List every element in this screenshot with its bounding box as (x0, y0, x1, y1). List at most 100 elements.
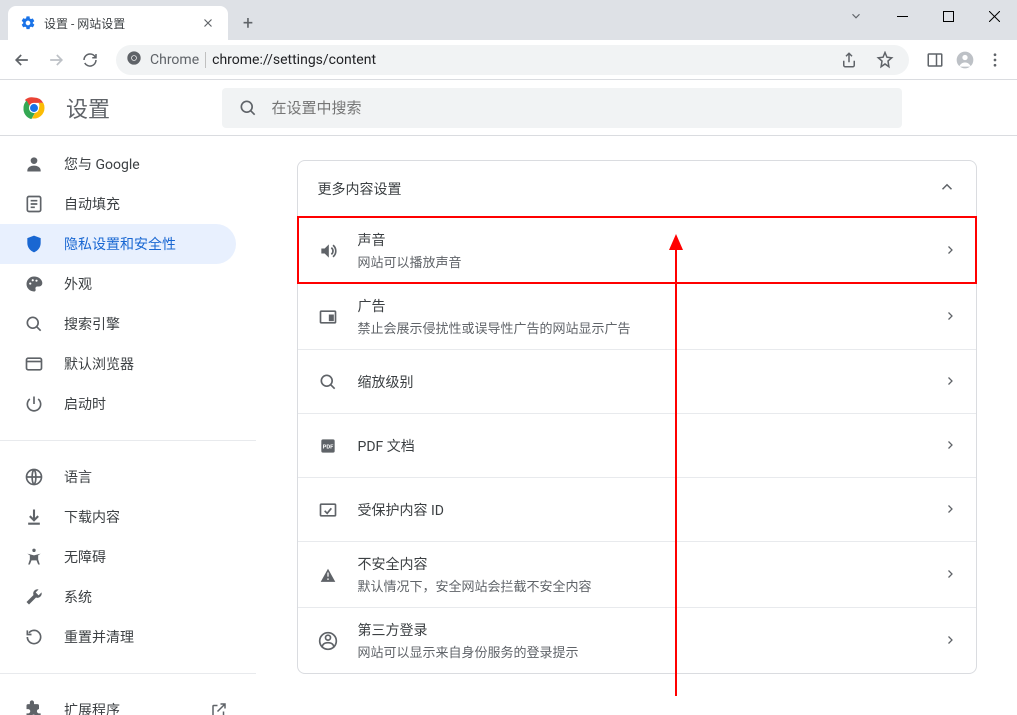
more-content-card: 更多内容设置 声音网站可以播放声音广告禁止会展示侵扰性或误导性广告的网站显示广告… (297, 160, 977, 674)
new-tab-button[interactable]: + (234, 9, 262, 37)
window-close-button[interactable] (971, 1, 1017, 31)
sidebar-item-browser[interactable]: 默认浏览器 (0, 344, 236, 384)
sidebar-item-autofill[interactable]: 自动填充 (0, 184, 236, 224)
settings-header: 设置 (0, 80, 1017, 136)
sidebar-item-label: 外观 (64, 274, 92, 294)
row-subtitle: 禁止会展示侵扰性或误导性广告的网站显示广告 (358, 318, 924, 337)
content-setting-row[interactable]: 广告禁止会展示侵扰性或误导性广告的网站显示广告 (298, 283, 976, 349)
content-setting-row[interactable]: 第三方登录网站可以显示来自身份服务的登录提示 (298, 607, 976, 673)
content-setting-row[interactable]: 受保护内容 ID (298, 477, 976, 541)
sidebar-item-person[interactable]: 您与 Google (0, 144, 236, 184)
row-subtitle: 默认情况下，安全网站会拦截不安全内容 (358, 576, 924, 595)
sidebar-item-label: 系统 (64, 587, 92, 607)
settings-sidebar[interactable]: 您与 Google 自动填充隐私设置和安全性外观搜索引擎默认浏览器启动时 语言下载… (0, 136, 256, 715)
sidebar-item-label: 隐私设置和安全性 (64, 234, 176, 254)
sidebar-item-restore[interactable]: 重置并清理 (0, 617, 236, 657)
sidebar-item-label: 扩展程序 (64, 700, 120, 715)
back-button[interactable] (8, 46, 36, 74)
search-input[interactable] (272, 99, 886, 117)
reload-button[interactable] (76, 46, 104, 74)
row-title: 受保护内容 ID (358, 500, 924, 520)
close-icon[interactable] (200, 15, 216, 31)
warning-icon (318, 565, 338, 585)
power-icon (24, 394, 44, 414)
row-title: 缩放级别 (358, 372, 924, 392)
row-title: 第三方登录 (358, 620, 924, 640)
share-icon[interactable] (835, 46, 863, 74)
sidebar-item-label: 无障碍 (64, 547, 106, 567)
window-titlebar: 设置 - 网站设置 + (0, 0, 1017, 40)
person-icon (24, 154, 44, 174)
search-icon (238, 98, 258, 118)
profile-icon[interactable] (951, 46, 979, 74)
shield-icon (24, 234, 44, 254)
menu-icon[interactable] (981, 46, 1009, 74)
sidebar-item-power[interactable]: 启动时 (0, 384, 236, 424)
sidebar-item-label: 您与 Google (64, 154, 140, 174)
extension-icon (24, 700, 44, 715)
svg-text:PDF: PDF (322, 444, 334, 450)
page-title: 设置 (66, 92, 110, 124)
sidebar-item-label: 启动时 (64, 394, 106, 414)
minimize-button[interactable] (879, 1, 925, 31)
download-icon (24, 507, 44, 527)
open-in-new-icon (210, 701, 228, 715)
content-setting-row[interactable]: PDF PDF 文档 (298, 413, 976, 477)
chevron-right-icon (944, 436, 956, 455)
address-bar[interactable]: Chrome chrome://settings/content (116, 45, 909, 75)
row-subtitle: 网站可以播放声音 (358, 252, 924, 271)
row-title: 声音 (358, 230, 924, 250)
sidebar-item-globe[interactable]: 语言 (0, 457, 236, 497)
globe-icon (24, 467, 44, 487)
forward-button[interactable] (42, 46, 70, 74)
content-setting-row[interactable]: 缩放级别 (298, 349, 976, 413)
row-title: 不安全内容 (358, 554, 924, 574)
zoom-icon (318, 372, 338, 392)
sidebar-item-shield[interactable]: 隐私设置和安全性 (0, 224, 236, 264)
palette-icon (24, 274, 44, 294)
sidebar-item-palette[interactable]: 外观 (0, 264, 236, 304)
chevron-right-icon (944, 631, 956, 650)
sidebar-item-label: 默认浏览器 (64, 354, 134, 374)
search-icon (24, 314, 44, 334)
chevron-down-icon[interactable] (833, 1, 879, 31)
sound-icon (318, 241, 338, 261)
content-setting-row[interactable]: 不安全内容默认情况下，安全网站会拦截不安全内容 (298, 541, 976, 607)
section-title: 更多内容设置 (318, 179, 402, 199)
wrench-icon (24, 587, 44, 607)
row-title: PDF 文档 (358, 436, 924, 456)
side-panel-icon[interactable] (921, 46, 949, 74)
sidebar-item-extension[interactable]: 扩展程序 (0, 690, 236, 715)
settings-main[interactable]: 更多内容设置 声音网站可以播放声音广告禁止会展示侵扰性或误导性广告的网站显示广告… (256, 136, 1017, 715)
maximize-button[interactable] (925, 1, 971, 31)
restore-icon (24, 627, 44, 647)
federated-icon (318, 631, 338, 651)
tab-title: 设置 - 网站设置 (44, 15, 192, 32)
chrome-icon (126, 50, 142, 70)
bookmark-icon[interactable] (871, 46, 899, 74)
chevron-right-icon (944, 372, 956, 391)
sidebar-item-wrench[interactable]: 系统 (0, 577, 236, 617)
pdf-icon: PDF (318, 436, 338, 456)
content-setting-row[interactable]: 声音网站可以播放声音 (298, 217, 976, 283)
browser-icon (24, 354, 44, 374)
accessibility-icon (24, 547, 44, 567)
window-controls (833, 0, 1017, 32)
sidebar-item-label: 重置并清理 (64, 627, 134, 647)
sidebar-item-search[interactable]: 搜索引擎 (0, 304, 236, 344)
chevron-up-icon (938, 178, 956, 200)
chevron-right-icon (944, 307, 956, 326)
autofill-icon (24, 194, 44, 214)
chevron-right-icon (944, 565, 956, 584)
browser-tab[interactable]: 设置 - 网站设置 (8, 6, 228, 40)
chevron-right-icon (944, 500, 956, 519)
sidebar-item-label: 语言 (64, 467, 92, 487)
sidebar-item-accessibility[interactable]: 无障碍 (0, 537, 236, 577)
sidebar-item-download[interactable]: 下载内容 (0, 497, 236, 537)
sidebar-item-label: 搜索引擎 (64, 314, 120, 334)
sidebar-item-label: 自动填充 (64, 194, 120, 214)
card-header[interactable]: 更多内容设置 (298, 161, 976, 217)
row-title: 广告 (358, 296, 924, 316)
protected-icon (318, 500, 338, 520)
settings-search[interactable] (222, 88, 902, 128)
